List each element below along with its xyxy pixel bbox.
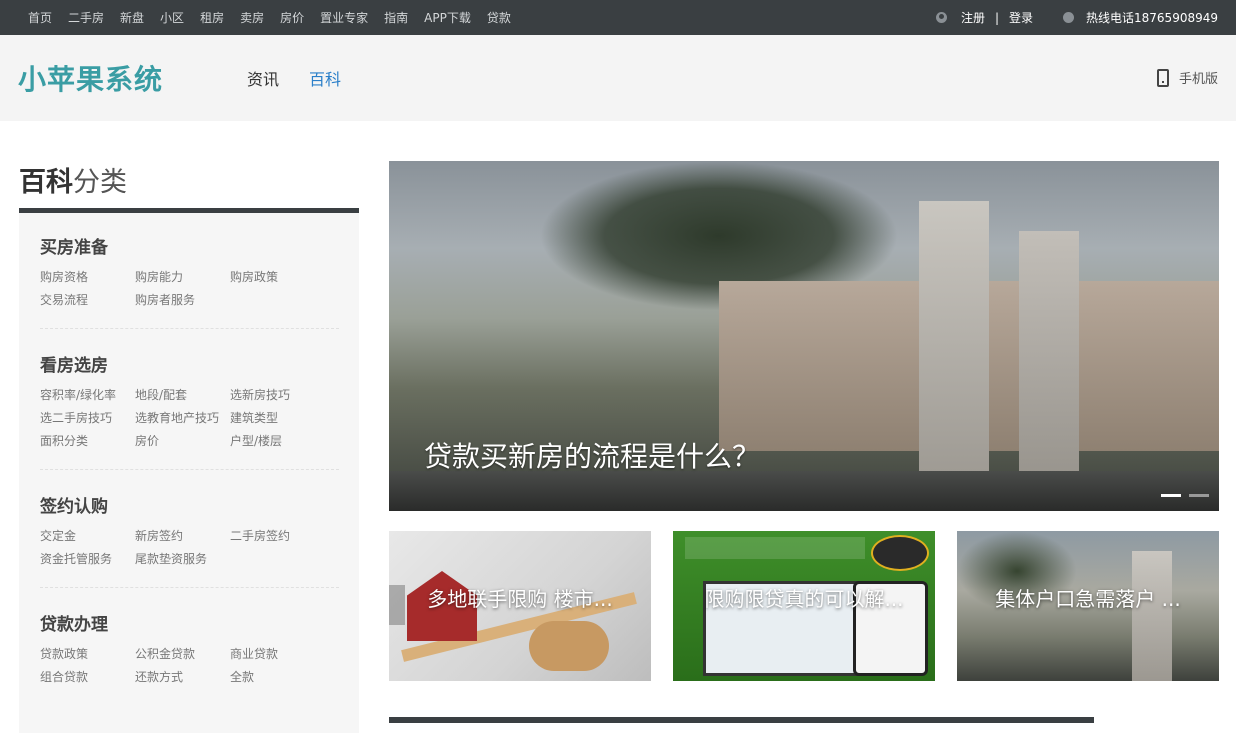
top-nav-app[interactable]: APP下载 — [424, 9, 471, 26]
top-nav-community[interactable]: 小区 — [160, 9, 184, 26]
category-buy-prep: 买房准备 购房资格 购房能力 购房政策 交易流程 购房者服务 — [40, 233, 339, 329]
top-nav-home[interactable]: 首页 — [28, 9, 52, 26]
category-title: 贷款办理 — [40, 615, 108, 635]
hero-image-gate — [1019, 231, 1079, 491]
category-link[interactable]: 购房能力 — [135, 268, 230, 285]
user-icon — [935, 12, 947, 23]
category-link[interactable]: 还款方式 — [135, 668, 230, 685]
main-nav-wiki[interactable]: 百科 — [309, 66, 341, 90]
top-bar: 首页 二手房 新盘 小区 租房 卖房 房价 置业专家 指南 APP下载 贷款 注… — [0, 0, 1236, 35]
sidebar-title-light: 分类 — [73, 167, 127, 198]
thumb-image-banner — [685, 537, 865, 559]
category-loan: 贷款办理 贷款政策 公积金贷款 商业贷款 组合贷款 还款方式 全款 — [40, 610, 339, 705]
category-link[interactable]: 选二手房技巧 — [40, 409, 135, 426]
top-nav-new[interactable]: 新盘 — [120, 9, 144, 26]
carousel-dot-active[interactable] — [1161, 494, 1181, 497]
mobile-phone-icon — [1156, 68, 1169, 87]
mobile-version-label: 手机版 — [1178, 72, 1218, 87]
carousel-dot[interactable] — [1189, 494, 1209, 497]
thumb-caption[interactable]: 集体户口急需落户 ... — [957, 583, 1219, 612]
site-header: 小苹果系统 资讯 百科 手机版 — [0, 35, 1236, 121]
category-link[interactable]: 选教育地产技巧 — [135, 409, 230, 426]
category-view-select: 看房选房 容积率/绿化率 地段/配套 选新房技巧 选二手房技巧 选教育地产技巧 … — [40, 351, 339, 470]
hero-image-gate — [919, 201, 989, 491]
main-nav-news[interactable]: 资讯 — [247, 66, 279, 90]
top-nav-rent[interactable]: 租房 — [200, 9, 224, 26]
main-content: 贷款买新房的流程是什么？ 多地联手限购 楼市... 限购限贷真的可以解... 集… — [389, 161, 1219, 723]
mobile-version-link[interactable]: 手机版 — [1156, 68, 1218, 87]
category-link[interactable]: 房价 — [135, 432, 230, 449]
category-link[interactable]: 容积率/绿化率 — [40, 386, 135, 403]
category-link[interactable]: 交定金 — [40, 527, 135, 544]
register-link[interactable]: 注册 — [961, 9, 985, 26]
category-link[interactable]: 选新房技巧 — [230, 386, 325, 403]
thumb-image-log — [529, 621, 609, 671]
top-nav: 首页 二手房 新盘 小区 租房 卖房 房价 置业专家 指南 APP下载 贷款 — [20, 9, 519, 26]
top-nav-second-hand[interactable]: 二手房 — [68, 9, 104, 26]
thumb-caption[interactable]: 限购限贷真的可以解... — [673, 583, 935, 612]
sidebar-title-bold: 百科 — [19, 167, 73, 198]
main-nav: 资讯 百科 — [247, 66, 341, 90]
thumb-card[interactable]: 集体户口急需落户 ... — [957, 531, 1219, 681]
top-nav-sell[interactable]: 卖房 — [240, 9, 264, 26]
category-link[interactable]: 购房资格 — [40, 268, 135, 285]
category-link[interactable]: 购房政策 — [230, 268, 325, 285]
category-link[interactable]: 商业贷款 — [230, 645, 325, 662]
sidebar-title: 百科分类 — [19, 160, 359, 208]
hotline-text: 热线电话18765908949 — [1086, 11, 1218, 25]
top-nav-loan[interactable]: 贷款 — [487, 9, 511, 26]
category-title: 签约认购 — [40, 497, 108, 517]
category-link[interactable]: 户型/楼层 — [230, 432, 325, 449]
wiki-sidebar: 百科分类 买房准备 购房资格 购房能力 购房政策 交易流程 购房者服务 看房选房… — [19, 160, 359, 733]
sidebar-categories: 买房准备 购房资格 购房能力 购房政策 交易流程 购房者服务 看房选房 容积率/… — [19, 213, 359, 733]
category-link[interactable]: 组合贷款 — [40, 668, 135, 685]
category-link[interactable]: 新房签约 — [135, 527, 230, 544]
category-link[interactable]: 全款 — [230, 668, 325, 685]
thumb-image-gate — [1132, 551, 1172, 681]
site-logo[interactable]: 小苹果系统 — [18, 58, 163, 98]
category-link[interactable]: 二手房签约 — [230, 527, 325, 544]
thumb-list: 多地联手限购 楼市... 限购限贷真的可以解... 集体户口急需落户 ... — [389, 531, 1219, 681]
category-link[interactable]: 公积金贷款 — [135, 645, 230, 662]
category-title: 买房准备 — [40, 238, 108, 258]
login-link[interactable]: 登录 — [1009, 9, 1033, 26]
separator: | — [994, 10, 999, 25]
category-link[interactable]: 交易流程 — [40, 291, 135, 308]
category-link[interactable]: 地段/配套 — [135, 386, 230, 403]
top-nav-guide[interactable]: 指南 — [384, 9, 408, 26]
category-title: 看房选房 — [40, 356, 108, 376]
thumb-card[interactable]: 限购限贷真的可以解... — [673, 531, 935, 681]
hero-slide[interactable]: 贷款买新房的流程是什么？ — [389, 161, 1219, 511]
category-link[interactable]: 资金托管服务 — [40, 550, 135, 567]
section-divider — [389, 717, 1094, 723]
hero-caption[interactable]: 贷款买新房的流程是什么？ — [424, 435, 760, 475]
category-link[interactable]: 尾款垫资服务 — [135, 550, 230, 567]
category-link[interactable]: 面积分类 — [40, 432, 135, 449]
carousel-dots — [1161, 494, 1209, 497]
category-link[interactable]: 建筑类型 — [230, 409, 325, 426]
thumb-caption[interactable]: 多地联手限购 楼市... — [389, 583, 651, 612]
category-link[interactable]: 购房者服务 — [135, 291, 230, 308]
recommend-badge-icon — [871, 535, 929, 571]
phone-icon — [1063, 12, 1075, 23]
category-link[interactable]: 贷款政策 — [40, 645, 135, 662]
top-nav-expert[interactable]: 置业专家 — [320, 9, 368, 26]
hero-image-road — [389, 471, 1219, 511]
thumb-card[interactable]: 多地联手限购 楼市... — [389, 531, 651, 681]
top-nav-price[interactable]: 房价 — [280, 9, 304, 26]
category-contract: 签约认购 交定金 新房签约 二手房签约 资金托管服务 尾款垫资服务 — [40, 492, 339, 588]
top-right: 注册 | 登录 热线电话18765908949 — [935, 9, 1218, 26]
